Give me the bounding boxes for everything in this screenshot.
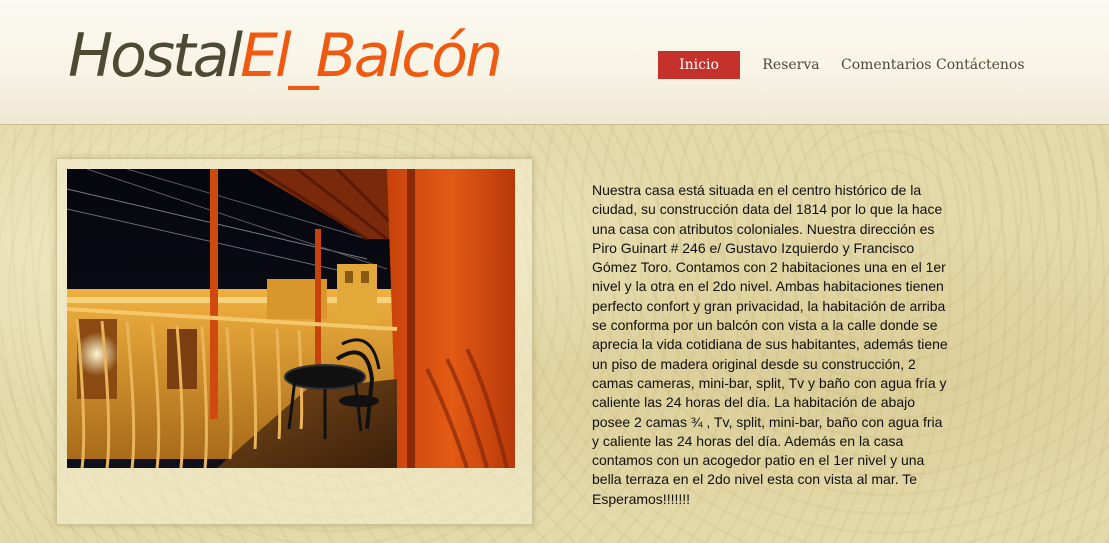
nav-item-inicio[interactable]: Inicio [658,51,740,79]
nav-item-contactenos[interactable]: Contáctenos [936,51,1025,79]
house-description: Nuestra casa está situada en el centro h… [592,182,948,507]
nav-item-comentarios[interactable]: Comentarios [841,51,931,79]
main-nav: Inicio Reserva Comentarios Contáctenos [0,51,1109,79]
balcony-photo [67,169,515,468]
header: HostalEl_Balcón Inicio Reserva Comentari… [0,0,1109,125]
photo-frame [56,158,533,525]
nav-item-reserva[interactable]: Reserva [760,51,822,79]
main-content: Nuestra casa está situada en el centro h… [0,125,1109,543]
